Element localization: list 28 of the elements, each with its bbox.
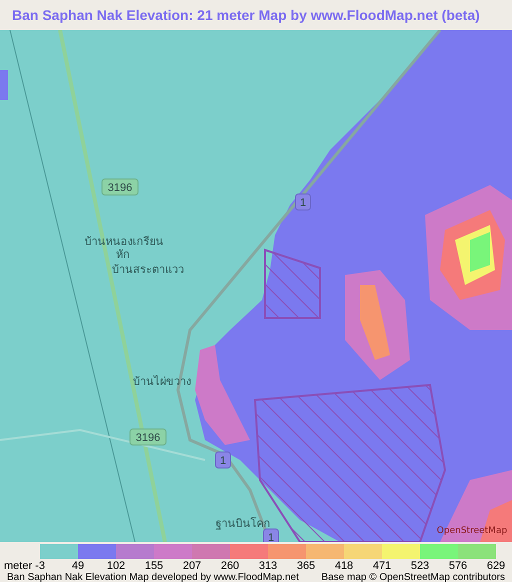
legend-label: 49 <box>72 560 84 572</box>
place-label: บ้านไผ่ขวาง <box>133 375 191 388</box>
legend-label: 155 <box>144 560 164 572</box>
footer-credit: Ban Saphan Nak Elevation Map developed by www.FloodMap.net <box>7 572 299 582</box>
base-map-credit: Base map © OpenStreetMap contributors <box>321 572 505 582</box>
legend-label: 523 <box>410 560 430 572</box>
place-label: ฐานบินโคก <box>216 517 270 530</box>
legend-label: 418 <box>334 560 354 572</box>
map-title: Ban Saphan Nak Elevation: 21 meter Map by www.FloodMap.net (beta) <box>12 6 480 25</box>
legend-label: 365 <box>296 560 316 572</box>
road-number-sign: 1 <box>295 194 311 210</box>
legend-label: 260 <box>220 560 240 572</box>
elevation-patch <box>0 70 8 100</box>
road-number-sign: 3196 <box>102 178 138 196</box>
place-label: บ้านสระตาแวว <box>112 263 184 276</box>
road-number-sign: 1 <box>263 528 279 542</box>
legend-label: 576 <box>448 560 468 572</box>
legend-label: 102 <box>106 560 126 572</box>
legend-label: 471 <box>372 560 392 572</box>
place-label: บ้านหนองเกรียน <box>84 235 164 248</box>
road-number-sign: 3196 <box>130 428 166 446</box>
legend-label: 207 <box>182 560 202 572</box>
place-label: หัก <box>116 248 130 261</box>
map-logo-text: OpenStreetMap <box>436 526 508 536</box>
legend-label: 629 <box>486 560 506 572</box>
legend-label: meter -3 <box>4 560 45 572</box>
legend-label: 313 <box>258 560 278 572</box>
road-number-sign: 1 <box>215 452 231 468</box>
